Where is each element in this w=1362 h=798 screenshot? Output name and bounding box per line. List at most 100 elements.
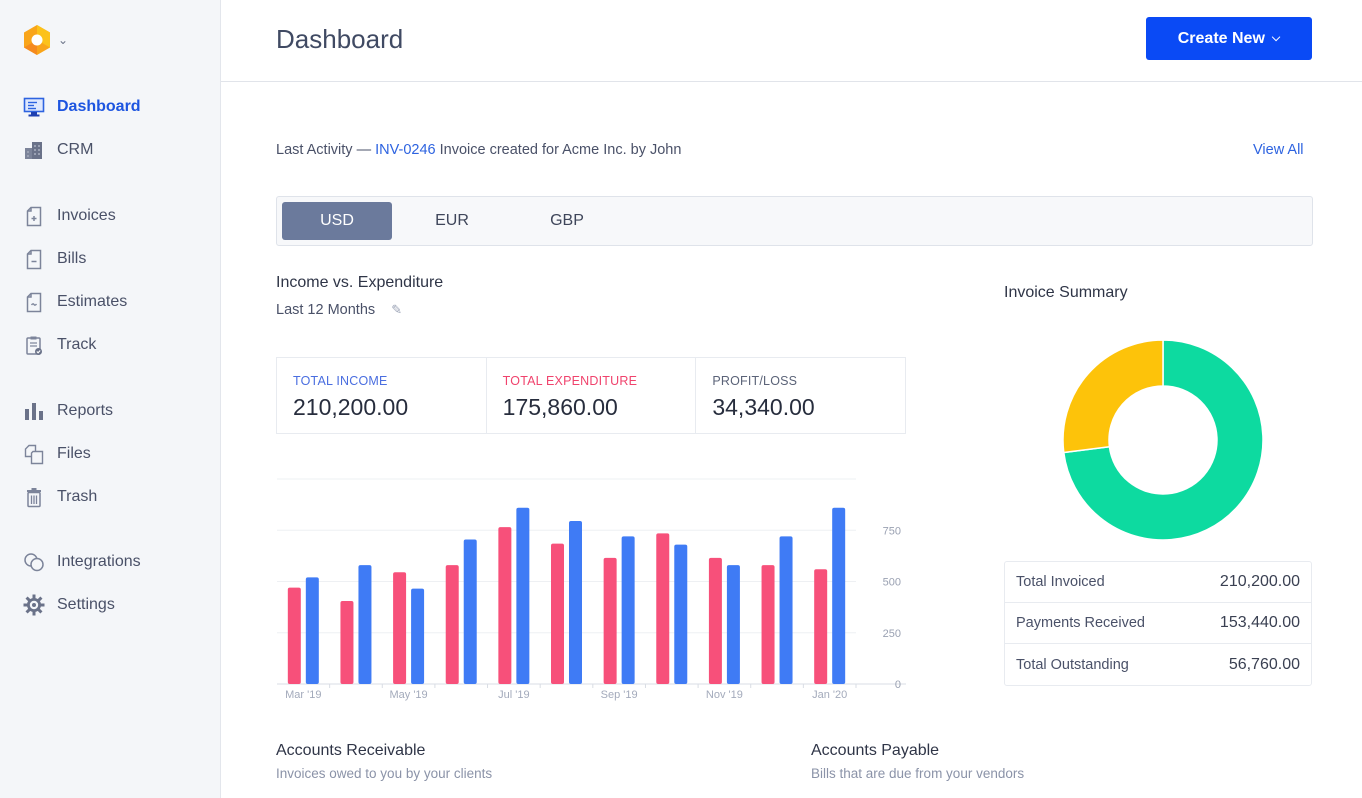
income-expenditure-title: Income vs. Expenditure bbox=[276, 274, 444, 291]
sidebar-item-invoices[interactable]: Invoices bbox=[22, 204, 116, 228]
building-icon bbox=[22, 139, 46, 161]
sidebar-item-settings[interactable]: Settings bbox=[22, 593, 115, 617]
summary-row-total-outstanding: Total Outstanding 56,760.00 bbox=[1005, 644, 1311, 685]
sidebar-item-label: Dashboard bbox=[57, 98, 141, 115]
accounts-payable-subtitle: Bills that are due from your vendors bbox=[811, 766, 1025, 781]
clipboard-icon bbox=[22, 334, 46, 356]
bar-income bbox=[305, 577, 319, 684]
bar-income bbox=[358, 565, 372, 684]
x-tick-label: Jan '20 bbox=[812, 689, 847, 701]
last-activity: Last Activity — INV-0246 Invoice created… bbox=[276, 142, 681, 158]
sidebar-item-label: CRM bbox=[57, 141, 94, 158]
page-header: Dashboard Create New ⌵ bbox=[221, 0, 1362, 82]
page-title: Dashboard bbox=[276, 24, 404, 54]
main-content: Dashboard Create New ⌵ Last Activity — I… bbox=[221, 0, 1362, 798]
sidebar-item-label: Files bbox=[57, 445, 91, 462]
summary-row-total-invoiced: Total Invoiced 210,200.00 bbox=[1005, 562, 1311, 603]
sidebar-item-crm[interactable]: CRM bbox=[22, 138, 93, 162]
y-tick-label: 250 bbox=[883, 628, 901, 640]
sidebar-item-bills[interactable]: Bills bbox=[22, 247, 86, 271]
sidebar-item-estimates[interactable]: Estimates bbox=[22, 290, 127, 314]
sidebar-item-label: Integrations bbox=[57, 553, 141, 570]
sidebar: ⌄ Dashboard CRM Invoices Bills Estimates bbox=[0, 0, 221, 798]
stat-label: TOTAL INCOME bbox=[293, 374, 388, 388]
bar-expenditure bbox=[340, 600, 354, 684]
sidebar-item-label: Invoices bbox=[57, 207, 116, 224]
bar-expenditure bbox=[603, 557, 617, 684]
period-selector[interactable]: Last 12 Months ✎ bbox=[276, 302, 402, 318]
invoice-summary-title: Invoice Summary bbox=[1004, 284, 1128, 301]
bar-income bbox=[832, 507, 846, 684]
x-tick-label: Sep '19 bbox=[601, 689, 638, 701]
summary-value: 153,440.00 bbox=[1219, 614, 1300, 631]
create-new-button[interactable]: Create New ⌵ bbox=[1146, 17, 1312, 60]
currency-tabs: USD EUR GBP bbox=[276, 196, 1313, 246]
summary-label: Total Outstanding bbox=[1016, 656, 1129, 673]
bar-income bbox=[726, 565, 740, 684]
x-tick-label: Jul '19 bbox=[498, 689, 529, 701]
summary-value: 210,200.00 bbox=[1219, 573, 1300, 590]
bar-expenditure bbox=[287, 587, 301, 684]
gear-icon bbox=[22, 594, 46, 616]
sidebar-item-dashboard[interactable]: Dashboard bbox=[22, 95, 141, 119]
stat-value: 34,340.00 bbox=[712, 394, 815, 420]
stat-label: TOTAL EXPENDITURE bbox=[502, 374, 638, 388]
accounts-payable-title: Accounts Payable bbox=[811, 742, 940, 759]
bar-income bbox=[411, 588, 425, 684]
summary-label: Payments Received bbox=[1016, 615, 1145, 631]
bar-expenditure bbox=[498, 527, 512, 684]
tab-gbp[interactable]: GBP bbox=[512, 202, 622, 240]
stat-value: 210,200.00 bbox=[293, 394, 409, 420]
bar-expenditure bbox=[656, 533, 670, 684]
summary-label: Total Invoiced bbox=[1016, 574, 1105, 590]
sidebar-item-track[interactable]: Track bbox=[22, 333, 96, 357]
tab-usd[interactable]: USD bbox=[282, 202, 392, 240]
sidebar-item-files[interactable]: Files bbox=[22, 442, 91, 466]
sidebar-item-label: Trash bbox=[57, 488, 98, 505]
invoice-link[interactable]: INV-0246 bbox=[375, 142, 435, 158]
stat-profit-loss: PROFIT/LOSS 34,340.00 bbox=[696, 358, 905, 433]
income-stats: TOTAL INCOME 210,200.00 TOTAL EXPENDITUR… bbox=[276, 357, 906, 434]
sidebar-item-trash[interactable]: Trash bbox=[22, 485, 97, 509]
y-tick-label: 750 bbox=[883, 525, 901, 537]
donut-slice-total-outstanding bbox=[1062, 339, 1164, 454]
tab-eur[interactable]: EUR bbox=[397, 202, 507, 240]
period-label: Last 12 Months bbox=[276, 302, 376, 318]
income-expenditure-chart: 0 250 500 750 Mar '19 May '19 Jul '19 Sep '19 No… bbox=[277, 478, 906, 701]
bar-expenditure bbox=[393, 572, 407, 684]
sidebar-item-label: Estimates bbox=[57, 293, 128, 310]
x-tick-label: Mar '19 bbox=[285, 689, 321, 701]
invoice-doc-icon bbox=[22, 205, 46, 227]
files-icon bbox=[22, 443, 46, 465]
bar-income bbox=[569, 521, 582, 684]
stat-total-expenditure: TOTAL EXPENDITURE 175,860.00 bbox=[487, 358, 697, 433]
last-activity-text: Invoice created for Acme Inc. by John bbox=[439, 142, 682, 158]
sidebar-item-label: Bills bbox=[57, 250, 87, 267]
org-switcher[interactable]: ⌄ bbox=[22, 24, 68, 56]
accounts-receivable-subtitle: Invoices owed to you by your clients bbox=[276, 766, 493, 781]
stat-total-income: TOTAL INCOME 210,200.00 bbox=[277, 358, 487, 433]
y-tick-label: 0 bbox=[895, 679, 901, 691]
bill-doc-icon bbox=[22, 248, 46, 270]
bar-expenditure bbox=[551, 543, 564, 684]
bar-chart-icon bbox=[22, 400, 46, 422]
accounts-receivable-title: Accounts Receivable bbox=[276, 742, 426, 759]
view-all-link[interactable]: View All bbox=[1253, 142, 1304, 158]
bar-expenditure bbox=[761, 565, 775, 684]
summary-value: 56,760.00 bbox=[1228, 655, 1300, 673]
invoice-summary-table: Total Invoiced 210,200.00 Payments Recei… bbox=[1004, 561, 1312, 686]
bar-income bbox=[516, 507, 530, 684]
bar-expenditure bbox=[445, 565, 459, 684]
estimate-doc-icon bbox=[22, 291, 46, 313]
bar-income bbox=[779, 536, 793, 684]
y-tick-label: 500 bbox=[883, 577, 901, 589]
app-logo-icon bbox=[24, 25, 50, 55]
sidebar-item-label: Track bbox=[57, 336, 97, 353]
trash-icon bbox=[22, 486, 46, 508]
bar-income bbox=[463, 539, 477, 684]
edit-pencil-icon[interactable]: ✎ bbox=[391, 302, 402, 318]
bar-expenditure bbox=[708, 557, 722, 684]
sidebar-item-integrations[interactable]: Integrations bbox=[22, 550, 141, 574]
sidebar-item-reports[interactable]: Reports bbox=[22, 399, 113, 423]
chevron-down-icon: ⌄ bbox=[58, 33, 69, 47]
